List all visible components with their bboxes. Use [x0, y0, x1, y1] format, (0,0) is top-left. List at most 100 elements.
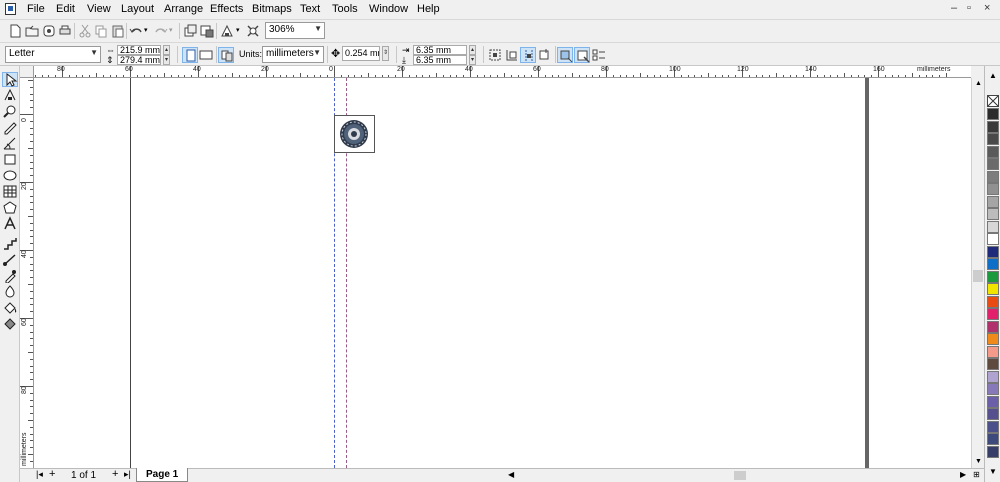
- connector-tool-icon[interactable]: [2, 252, 18, 267]
- interactive-fill-icon[interactable]: [2, 316, 18, 331]
- horizontal-scroll-thumb[interactable]: [734, 471, 746, 480]
- vertical-scroll-thumb[interactable]: [973, 270, 983, 282]
- menu-bitmaps[interactable]: Bitmaps: [252, 3, 292, 15]
- color-swatch[interactable]: [987, 420, 999, 433]
- units-combo[interactable]: millimeters ▼: [262, 46, 324, 63]
- outline-tool-icon[interactable]: [2, 284, 18, 299]
- color-swatch[interactable]: [987, 358, 999, 370]
- color-swatch[interactable]: [987, 170, 999, 183]
- color-swatch[interactable]: [987, 370, 999, 383]
- app-icon[interactable]: [5, 3, 16, 15]
- page-height-spinner[interactable]: ▾: [163, 55, 170, 65]
- page-tab[interactable]: Page 1: [136, 468, 188, 482]
- color-swatch[interactable]: [987, 320, 999, 333]
- color-swatch[interactable]: [987, 145, 999, 158]
- color-swatch[interactable]: [987, 308, 999, 320]
- horizontal-ruler[interactable]: 80 60 40 20 0 20 40 60 80 100 120 140 160 millimeters: [34, 66, 971, 78]
- vertical-scrollbar[interactable]: ▲ ▼: [971, 78, 984, 468]
- new-icon[interactable]: [7, 23, 23, 39]
- open-icon[interactable]: [24, 23, 40, 39]
- launcher-dropdown-icon[interactable]: ▾: [236, 26, 240, 34]
- paste-icon[interactable]: [110, 23, 126, 39]
- scroll-up-icon[interactable]: ▲: [975, 80, 982, 87]
- ruler-origin-corner[interactable]: [20, 66, 34, 78]
- page-width-field[interactable]: 215.9 mm: [117, 45, 161, 55]
- restore-button[interactable]: ▫: [967, 2, 971, 14]
- table-tool-icon[interactable]: [2, 184, 18, 199]
- options-icon[interactable]: [245, 23, 261, 39]
- color-swatch[interactable]: [987, 245, 999, 258]
- color-swatch[interactable]: [987, 195, 999, 208]
- menu-file[interactable]: File: [27, 3, 45, 15]
- menu-help[interactable]: Help: [417, 3, 440, 15]
- menu-edit[interactable]: Edit: [56, 3, 75, 15]
- color-swatch[interactable]: [987, 233, 999, 245]
- color-swatch[interactable]: [987, 445, 999, 458]
- nudge-distance-field[interactable]: 0.254 mm: [342, 46, 380, 61]
- text-tool-icon[interactable]: [2, 216, 18, 231]
- fill-tool-icon[interactable]: [2, 300, 18, 315]
- copy-icon[interactable]: [93, 23, 109, 39]
- menu-window[interactable]: Window: [369, 3, 408, 15]
- minimize-button[interactable]: –: [951, 2, 957, 14]
- vertical-ruler[interactable]: 0 20 40 60 80 millimeters: [20, 78, 34, 468]
- close-button[interactable]: ×: [984, 2, 990, 14]
- shape-tool-icon[interactable]: [2, 88, 18, 103]
- color-swatch[interactable]: [987, 395, 999, 408]
- snap-to-objects-icon[interactable]: [537, 47, 553, 63]
- polygon-tool-icon[interactable]: [2, 200, 18, 215]
- snap-to-guidelines-icon[interactable]: [520, 47, 536, 63]
- undo-dropdown-icon[interactable]: ▾: [144, 26, 148, 34]
- dimension-tool-icon[interactable]: [2, 236, 18, 251]
- page-width-spinner[interactable]: ▴: [163, 45, 170, 55]
- scroll-left-icon[interactable]: ◀: [508, 470, 514, 479]
- first-page-icon[interactable]: |◂: [36, 469, 43, 480]
- redo-icon[interactable]: [153, 23, 169, 39]
- snap-to-grid-icon[interactable]: [504, 47, 520, 63]
- undo-icon[interactable]: [128, 23, 144, 39]
- color-swatch[interactable]: [987, 295, 999, 308]
- menu-effects[interactable]: Effects: [210, 3, 243, 15]
- treat-as-filled-icon[interactable]: [557, 47, 573, 63]
- add-page-before-button[interactable]: +: [49, 468, 55, 480]
- color-swatch[interactable]: [987, 208, 999, 220]
- snap-to-pixels-icon[interactable]: [487, 47, 503, 63]
- selected-object[interactable]: [334, 115, 375, 153]
- smart-fill-icon[interactable]: [2, 136, 18, 151]
- duplicate-y-field[interactable]: 6.35 mm: [413, 55, 467, 65]
- app-launcher-icon[interactable]: [219, 23, 235, 39]
- color-swatch[interactable]: [987, 158, 999, 170]
- color-swatch[interactable]: [987, 270, 999, 283]
- color-swatch[interactable]: [987, 220, 999, 233]
- zoom-level-combo[interactable]: 306% ▼: [265, 22, 325, 39]
- navigator-icon[interactable]: ⊞: [973, 470, 980, 479]
- scroll-down-icon[interactable]: ▼: [975, 458, 982, 465]
- color-swatch[interactable]: [987, 183, 999, 195]
- page-height-field[interactable]: 279.4 mm: [117, 55, 161, 65]
- pick-tool-icon[interactable]: [2, 72, 18, 87]
- scroll-right-icon[interactable]: ▶: [960, 470, 966, 479]
- draw-object-icon[interactable]: [574, 47, 590, 63]
- color-swatch[interactable]: [987, 108, 999, 120]
- save-icon[interactable]: [41, 23, 57, 39]
- redo-dropdown-icon[interactable]: ▾: [169, 26, 173, 34]
- color-swatch[interactable]: [987, 120, 999, 133]
- palette-scroll-down-icon[interactable]: ▼: [989, 467, 997, 476]
- color-swatch[interactable]: [987, 133, 999, 145]
- color-swatch[interactable]: [987, 383, 999, 395]
- cut-icon[interactable]: [77, 23, 93, 39]
- ellipse-tool-icon[interactable]: [2, 168, 18, 183]
- freehand-tool-icon[interactable]: [2, 120, 18, 135]
- menu-text[interactable]: Text: [300, 3, 320, 15]
- portrait-button[interactable]: [182, 47, 198, 63]
- color-swatch[interactable]: [987, 283, 999, 295]
- nudge-spinner[interactable]: ⇕: [382, 46, 389, 61]
- zoom-tool-icon[interactable]: [2, 104, 18, 119]
- color-swatch[interactable]: [987, 345, 999, 358]
- drawing-canvas[interactable]: [34, 78, 971, 468]
- menu-tools[interactable]: Tools: [332, 3, 358, 15]
- menu-view[interactable]: View: [87, 3, 111, 15]
- color-swatch[interactable]: [987, 408, 999, 420]
- landscape-button[interactable]: [198, 47, 214, 63]
- color-swatch[interactable]: [987, 333, 999, 345]
